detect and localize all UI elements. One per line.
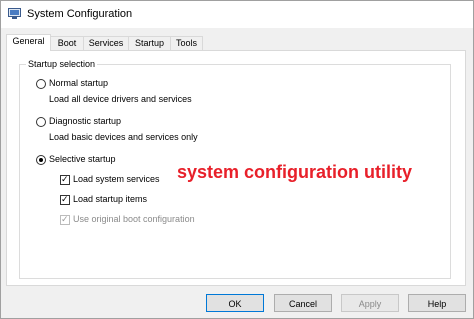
- load-startup-items-checkbox[interactable]: ✓: [60, 194, 70, 205]
- tab-services[interactable]: Services: [83, 36, 129, 50]
- checkmark-icon: ✓: [61, 194, 69, 204]
- tab-boot-label: Boot: [57, 38, 77, 48]
- apply-button-label: Apply: [358, 299, 382, 309]
- normal-startup-label[interactable]: Normal startup: [49, 78, 108, 89]
- title-bar[interactable]: System Configuration: [1, 1, 473, 28]
- help-button[interactable]: Help: [408, 294, 466, 312]
- cancel-button[interactable]: Cancel: [274, 294, 332, 312]
- selective-startup-label[interactable]: Selective startup: [49, 154, 116, 165]
- diagnostic-startup-label[interactable]: Diagnostic startup: [49, 116, 121, 127]
- help-button-label: Help: [427, 299, 447, 309]
- radio-selected-dot: [39, 158, 43, 162]
- cancel-button-label: Cancel: [288, 299, 317, 309]
- checkmark-icon: ✓: [61, 174, 69, 184]
- tab-boot[interactable]: Boot: [50, 36, 84, 50]
- diagnostic-startup-description: Load basic devices and services only: [49, 132, 198, 142]
- apply-button: Apply: [341, 294, 399, 312]
- window-title: System Configuration: [27, 8, 133, 20]
- msconfig-icon: [8, 8, 21, 19]
- tab-general[interactable]: General: [6, 34, 51, 51]
- normal-startup-radio[interactable]: [36, 79, 46, 89]
- diagnostic-startup-radio[interactable]: [36, 117, 46, 127]
- tab-tools[interactable]: Tools: [170, 36, 203, 50]
- selective-startup-radio[interactable]: [36, 155, 46, 165]
- load-system-services-label[interactable]: Load system services: [73, 174, 160, 185]
- annotation-text: system configuration utility: [177, 162, 413, 182]
- startup-selection-label: Startup selection: [26, 59, 98, 70]
- tab-startup[interactable]: Startup: [128, 36, 171, 50]
- use-original-boot-checkbox: ✓: [60, 214, 70, 225]
- tab-general-label: General: [12, 36, 45, 46]
- tab-startup-label: Startup: [134, 38, 165, 48]
- normal-startup-description: Load all device drivers and services: [49, 94, 192, 104]
- ok-button-label: OK: [228, 299, 242, 309]
- tab-tools-label: Tools: [175, 38, 197, 48]
- load-system-services-checkbox[interactable]: ✓: [60, 174, 70, 185]
- ok-button[interactable]: OK: [206, 294, 264, 312]
- tab-services-label: Services: [88, 38, 124, 48]
- system-configuration-window: System Configuration General Boot Servic…: [0, 0, 474, 319]
- checkmark-icon: ✓: [61, 214, 69, 224]
- use-original-boot-label: Use original boot configuration: [73, 214, 195, 224]
- load-startup-items-label[interactable]: Load startup items: [73, 194, 147, 205]
